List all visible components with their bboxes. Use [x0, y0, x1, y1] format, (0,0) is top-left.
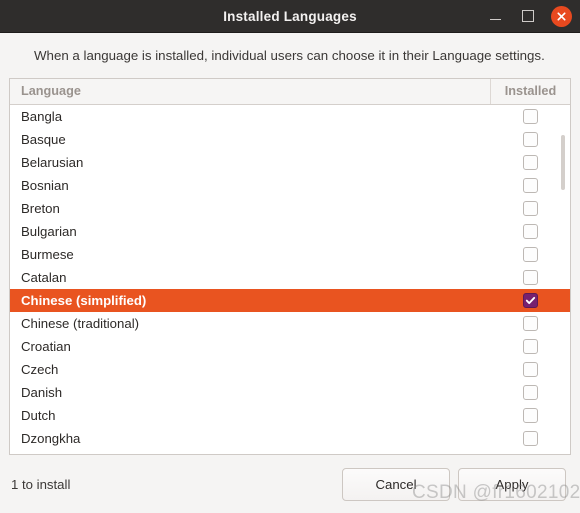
- table-row[interactable]: Burmese: [10, 243, 570, 266]
- table-row[interactable]: Chinese (simplified): [10, 288, 570, 312]
- row-language-label: Basque: [21, 131, 66, 147]
- row-language-label: Croatian: [21, 338, 71, 354]
- checkbox-unchecked[interactable]: [522, 361, 538, 377]
- title-bar: Installed Languages: [0, 0, 580, 33]
- checkbox-unchecked[interactable]: [522, 384, 538, 400]
- checkbox-checked[interactable]: [522, 292, 538, 308]
- checkbox-unchecked[interactable]: [522, 131, 538, 147]
- column-header-installed[interactable]: Installed: [490, 78, 570, 104]
- dialog-footer: 1 to install Cancel Apply: [0, 455, 580, 513]
- window-controls: [484, 0, 572, 32]
- window-title: Installed Languages: [223, 8, 357, 24]
- row-language-label: Chinese (traditional): [21, 315, 140, 331]
- checkbox-unchecked[interactable]: [522, 315, 538, 331]
- maximize-button[interactable]: [517, 5, 539, 27]
- table-row[interactable]: Basque: [10, 128, 570, 151]
- row-language-label: Belarusian: [21, 154, 84, 170]
- minimize-icon: [489, 18, 501, 21]
- checkbox-unchecked[interactable]: [522, 269, 538, 285]
- table-header: Language Installed: [10, 78, 570, 105]
- table-row[interactable]: Danish: [10, 381, 570, 404]
- table-row[interactable]: Bulgarian: [10, 220, 570, 243]
- checkbox-unchecked[interactable]: [522, 246, 538, 262]
- list-scrollbar[interactable]: [558, 105, 568, 454]
- dialog-description: When a language is installed, individual…: [0, 33, 580, 78]
- checkbox-unchecked[interactable]: [522, 108, 538, 124]
- row-language-label: Czech: [21, 361, 59, 377]
- checkbox-unchecked[interactable]: [522, 407, 538, 423]
- close-button[interactable]: [550, 5, 572, 27]
- row-language-label: Bosnian: [21, 177, 69, 193]
- row-language-label: Chinese (simplified): [21, 292, 147, 308]
- apply-button[interactable]: Apply: [458, 467, 566, 501]
- row-language-label: Dutch: [21, 407, 56, 423]
- row-language-label: Burmese: [21, 246, 74, 262]
- checkbox-unchecked[interactable]: [522, 338, 538, 354]
- checkbox-unchecked[interactable]: [522, 154, 538, 170]
- language-list-frame: Language Installed Bangla Basque Belarusia…: [9, 77, 571, 455]
- row-language-label: Catalan: [21, 269, 67, 285]
- table-row[interactable]: Croatian: [10, 335, 570, 358]
- row-language-label: Danish: [21, 384, 63, 400]
- table-row[interactable]: Chinese (traditional): [10, 312, 570, 335]
- table-row[interactable]: Breton: [10, 197, 570, 220]
- table-row[interactable]: Belarusian: [10, 151, 570, 174]
- maximize-icon: [522, 10, 534, 22]
- install-status-text: 1 to install: [11, 476, 71, 492]
- language-list-body[interactable]: Bangla Basque Belarusian Bosnian Breton Bulga…: [10, 104, 570, 454]
- row-language-label: Breton: [21, 200, 60, 216]
- table-row[interactable]: Czech: [10, 358, 570, 381]
- scrollbar-thumb[interactable]: [561, 134, 565, 190]
- table-row[interactable]: Dzongkha: [10, 427, 570, 450]
- row-language-label: Bangla: [21, 108, 63, 124]
- table-row[interactable]: Dutch: [10, 404, 570, 427]
- checkbox-unchecked[interactable]: [522, 430, 538, 446]
- checkbox-unchecked[interactable]: [522, 200, 538, 216]
- minimize-button[interactable]: [484, 5, 506, 27]
- table-row[interactable]: Bangla: [10, 105, 570, 128]
- checkbox-unchecked[interactable]: [522, 223, 538, 239]
- table-row[interactable]: Catalan: [10, 266, 570, 289]
- column-header-language[interactable]: Language: [10, 79, 490, 104]
- close-icon: [550, 5, 572, 27]
- installed-languages-dialog: Installed Languages When a language is i…: [0, 0, 580, 513]
- row-language-label: Dzongkha: [21, 430, 81, 446]
- table-rows: Bangla Basque Belarusian Bosnian Breton Bulga…: [10, 105, 570, 450]
- checkbox-unchecked[interactable]: [522, 177, 538, 193]
- table-row[interactable]: Bosnian: [10, 174, 570, 197]
- row-language-label: Bulgarian: [21, 223, 77, 239]
- cancel-button[interactable]: Cancel: [342, 467, 450, 501]
